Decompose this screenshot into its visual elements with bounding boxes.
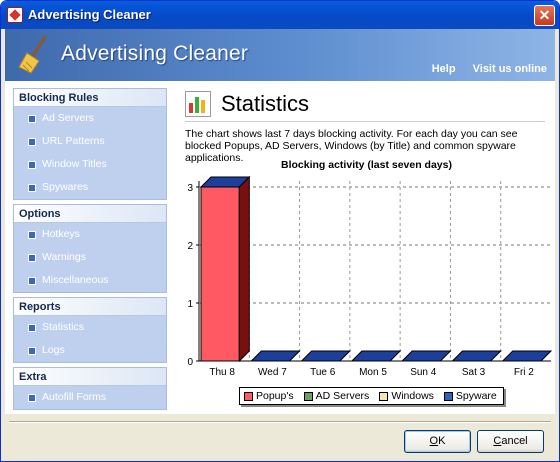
blocking-activity-chart: 0 1 2 3 Thu 8 Wed 7 Tue 6 Mon 5 Sun 4 Sat 3 Fri 2 [187, 175, 553, 378]
bar-slab-Sun 4 [400, 350, 452, 362]
sidebar-item-autofill-forms[interactable]: Autofill Forms [14, 386, 166, 409]
group-title: Blocking Rules [14, 89, 166, 107]
sidebar-item-label: Ad Servers [42, 112, 94, 124]
brand-title: Advertising Cleaner [61, 42, 249, 65]
bar-slab-Wed 7 [250, 350, 301, 362]
ok-button[interactable]: OK [404, 430, 471, 453]
legend-label: AD Servers [315, 390, 370, 402]
group-reports: Reports Statistics Logs [13, 297, 167, 363]
sidebar-item-label: Logs [42, 344, 65, 356]
legend-entry: Popup's [244, 390, 294, 402]
sidebar-item-ad-servers[interactable]: Ad Servers [14, 107, 166, 130]
help-link[interactable]: Help [432, 63, 456, 75]
close-button[interactable]: ✕ [534, 5, 555, 26]
bullet-icon [28, 184, 36, 192]
cancel-button[interactable]: Cancel [477, 430, 544, 453]
bullet-icon [28, 161, 36, 169]
group-extra: Extra Autofill Forms [13, 367, 167, 410]
sidebar-item-label: URL Patterns [42, 135, 105, 147]
bullet-icon [28, 324, 36, 332]
sidebar-item-url-patterns[interactable]: URL Patterns [14, 130, 166, 153]
sidebar-item-label: Hotkeys [42, 228, 80, 240]
divider [185, 121, 545, 122]
legend-label: Windows [391, 390, 434, 402]
bullet-icon [28, 394, 36, 402]
legend-swatch [443, 391, 453, 401]
group-title: Extra [14, 368, 166, 386]
legend-swatch [244, 391, 253, 401]
legend-entry: AD Servers [303, 390, 370, 402]
bar-slab-Tue 6 [300, 350, 352, 362]
sidebar-item-label: Spywares [42, 181, 89, 193]
group-title: Reports [14, 298, 166, 316]
visit-online-link[interactable]: Visit us online [473, 63, 547, 75]
sidebar-item-logs[interactable]: Logs [14, 339, 166, 362]
bar-slab-Mon 5 [350, 350, 402, 362]
bullet-icon [28, 138, 36, 146]
bar-slab-Fri 2 [501, 350, 553, 362]
content-area: Blocking Rules Ad Servers URL Patterns W… [5, 81, 555, 414]
header-banner: Advertising Cleaner Help Visit us online [5, 29, 555, 81]
sidebar-item-label: Autofill Forms [42, 391, 107, 403]
title-bar[interactable]: Advertising Cleaner ✕ [1, 1, 559, 29]
group-blocking-rules: Blocking Rules Ad Servers URL Patterns W… [13, 88, 167, 200]
x-tick-label: Mon 5 [359, 367, 387, 378]
legend-entry: Spyware [443, 390, 497, 402]
bullet-icon [28, 115, 36, 123]
footer-divider [9, 421, 551, 423]
page-title: Statistics [221, 91, 310, 116]
y-tick-label: 2 [187, 241, 193, 252]
x-tick-label: Wed 7 [258, 367, 287, 378]
bullet-icon [28, 254, 36, 262]
chart-title: Blocking activity (last seven days) [281, 159, 452, 171]
ok-label: K [438, 435, 446, 447]
bullet-icon [28, 347, 36, 355]
sidebar-item-miscellaneous[interactable]: Miscellaneous [14, 269, 166, 292]
x-tick-label: Sun 4 [410, 367, 437, 378]
bar-side-Thu 8 [238, 175, 250, 363]
sidebar: Blocking Rules Ad Servers URL Patterns W… [13, 88, 167, 414]
bullet-icon [28, 277, 36, 285]
sidebar-item-label: Statistics [42, 321, 85, 333]
chart-legend: Popup's AD Servers Windows Spyware [239, 387, 504, 405]
sidebar-item-window-titles[interactable]: Window Titles [14, 153, 166, 176]
legend-entry: Windows [379, 390, 434, 402]
window-title: Advertising Cleaner [28, 7, 151, 22]
legend-label: Popup's [256, 390, 294, 402]
sidebar-item-label: Warnings [42, 251, 86, 263]
x-tick-label: Tue 6 [310, 367, 336, 378]
group-options: Options Hotkeys Warnings Miscellaneous [13, 204, 167, 293]
x-tick-label: Sat 3 [462, 367, 486, 378]
broom-icon [18, 35, 47, 74]
ok-mnemonic: O [429, 435, 439, 447]
cancel-label: ancel [501, 435, 528, 447]
bar-Thu 8 [200, 186, 240, 362]
bar-chart-icon [185, 91, 211, 117]
sidebar-item-label: Window Titles [42, 158, 107, 170]
legend-label: Spyware [455, 390, 497, 402]
y-tick-label: 0 [187, 357, 193, 368]
x-tick-label: Fri 2 [514, 367, 534, 378]
y-tick-label: 3 [187, 183, 193, 194]
bar-slab-Sat 3 [451, 350, 502, 362]
sidebar-item-warnings[interactable]: Warnings [14, 246, 166, 269]
group-title: Options [14, 205, 166, 223]
bullet-icon [28, 231, 36, 239]
legend-swatch [303, 391, 313, 401]
sidebar-item-spywares[interactable]: Spywares [14, 176, 166, 199]
sidebar-item-statistics[interactable]: Statistics [14, 316, 166, 339]
sidebar-item-hotkeys[interactable]: Hotkeys [14, 223, 166, 246]
sidebar-item-label: Miscellaneous [42, 274, 109, 286]
app-icon [7, 7, 23, 23]
y-tick-label: 1 [187, 299, 193, 310]
app-window: Advertising Cleaner ✕ Advertising Cleane… [0, 0, 560, 462]
legend-swatch [379, 391, 389, 401]
header-links: Help Visit us online [418, 63, 547, 75]
x-tick-label: Thu 8 [209, 367, 235, 378]
